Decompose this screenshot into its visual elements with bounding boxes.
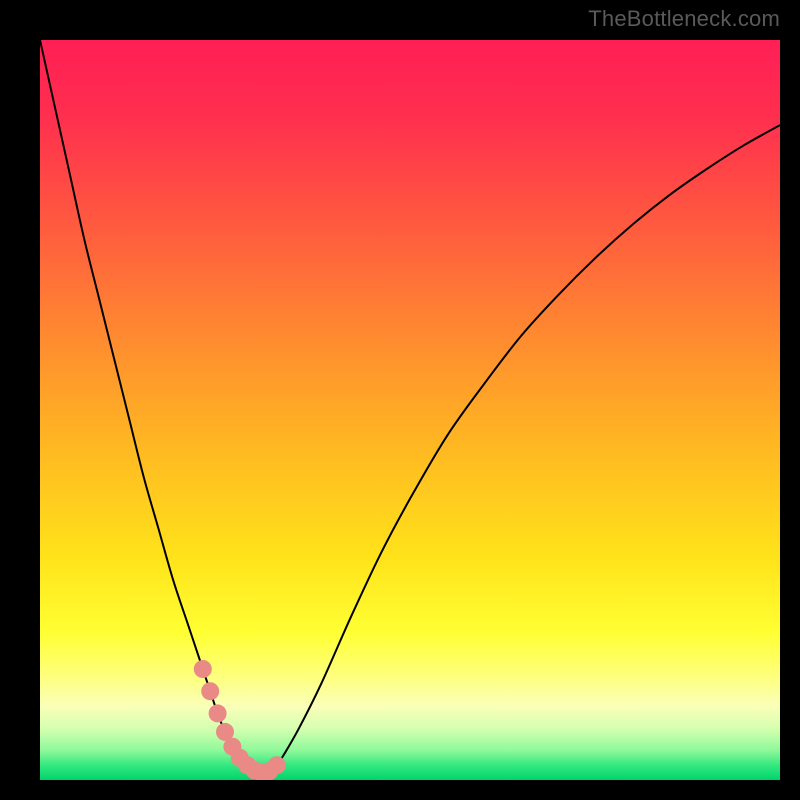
plot-area xyxy=(40,40,780,780)
watermark-text: TheBottleneck.com xyxy=(588,6,780,32)
curve-marker xyxy=(268,756,286,774)
bottleneck-curve xyxy=(40,40,780,780)
curve-marker xyxy=(201,682,219,700)
curve-marker xyxy=(194,660,212,678)
curve-marker xyxy=(209,704,227,722)
chart-frame: TheBottleneck.com xyxy=(0,0,800,800)
